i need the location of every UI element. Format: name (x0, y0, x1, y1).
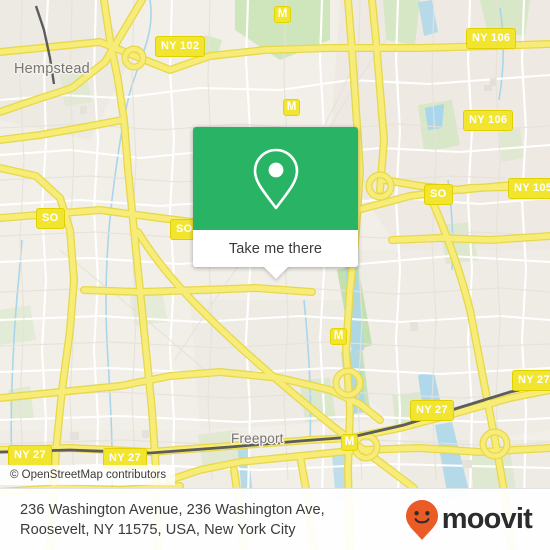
address-line-1: 236 Washington Avenue, 236 Washington Av… (20, 501, 325, 518)
highway-shield-ny102[interactable]: NY 102 (155, 36, 206, 57)
address-line-2: Roosevelt, NY 11575, USA, New York City (20, 521, 296, 538)
highway-shield-ny106-north[interactable]: NY 106 (466, 28, 517, 49)
take-me-there-label: Take me there (228, 240, 323, 257)
location-popup-card[interactable]: Take me there (193, 127, 358, 279)
popup-footer[interactable]: Take me there (193, 230, 358, 267)
place-label-hempstead: Hempstead (14, 61, 90, 77)
transit-marker-station-2[interactable]: M (274, 6, 291, 23)
map-attribution[interactable]: © OpenStreetMap contributors (0, 465, 176, 485)
popup-pointer-tail (262, 266, 289, 279)
highway-shield-ny27-far-west[interactable]: NY 27 (8, 445, 52, 466)
transit-marker-station-3[interactable]: M (330, 328, 347, 345)
moovit-logo[interactable]: moovit (405, 499, 536, 541)
moovit-pin-icon (405, 499, 438, 540)
bottom-info-bar: 236 Washington Avenue, 236 Washington Av… (0, 488, 550, 550)
moovit-wordmark: moovit (441, 503, 533, 535)
place-label-freeport: Freeport (231, 431, 284, 446)
popup-header (193, 127, 358, 230)
map-canvas[interactable]: .land { fill:#f2efe9; } .beige { fill:#e… (0, 0, 550, 550)
highway-shield-so-east[interactable]: SO (424, 184, 453, 205)
highway-shield-ny106-south[interactable]: NY 106 (463, 110, 514, 131)
transit-marker-station-1[interactable]: M (283, 99, 300, 116)
highway-shield-ny105[interactable]: NY 105 (508, 178, 550, 199)
highway-shield-ny27-east[interactable]: NY 27 (410, 400, 454, 421)
transit-marker-station-4[interactable]: M (341, 434, 358, 451)
address-block: 236 Washington Avenue, 236 Washington Av… (20, 500, 405, 540)
highway-shield-so-west[interactable]: SO (36, 208, 65, 229)
highway-shield-ny27-far-east[interactable]: NY 27 (512, 370, 550, 391)
map-pin-icon (253, 148, 298, 209)
moovit-map-screen: .land { fill:#f2efe9; } .beige { fill:#e… (0, 0, 550, 550)
